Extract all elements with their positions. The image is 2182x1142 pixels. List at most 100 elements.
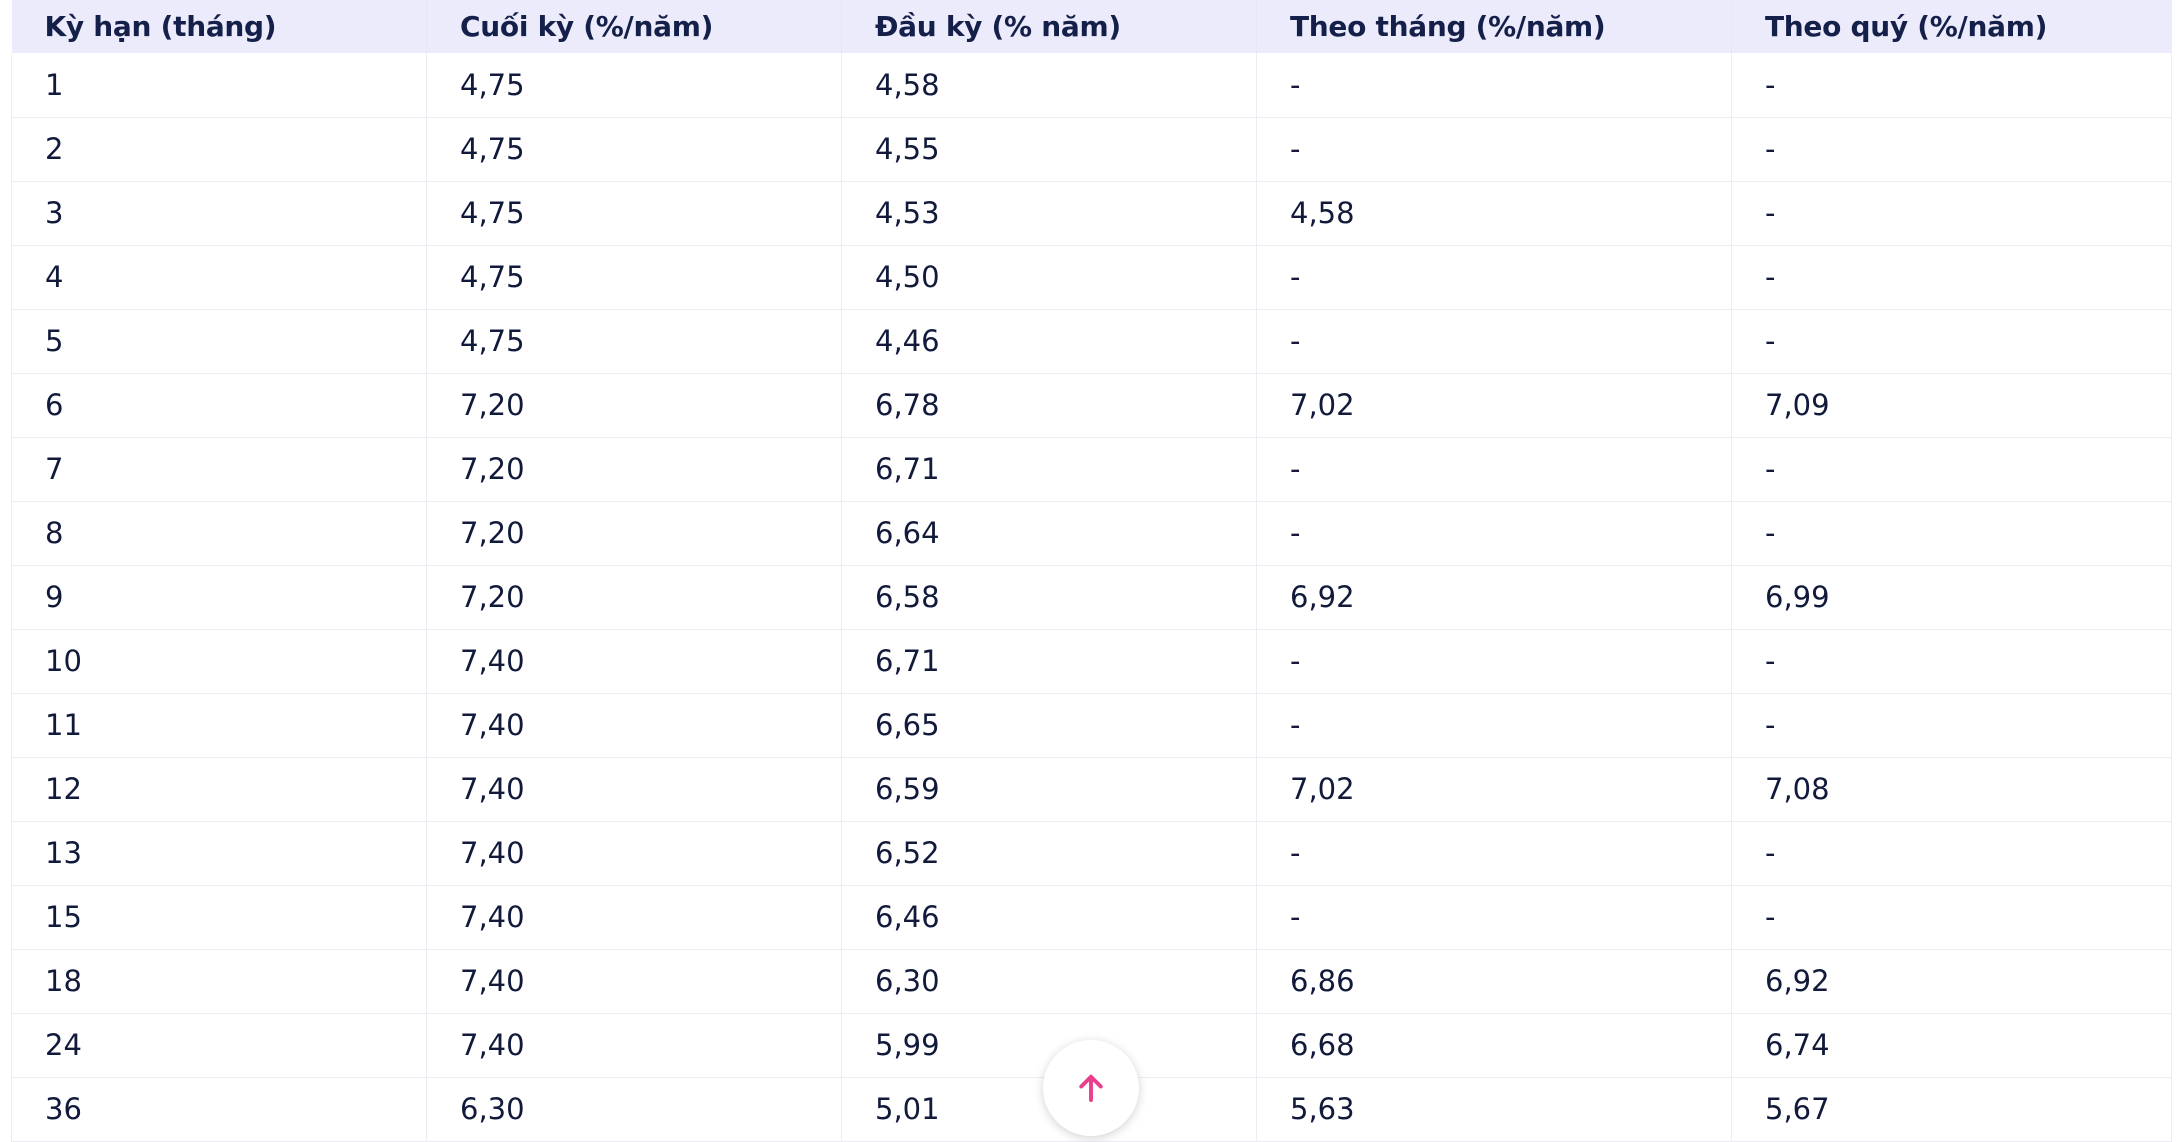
cell-term: 24 (11, 1013, 427, 1077)
interest-rate-table-container: Kỳ hạn (tháng) Cuối kỳ (%/năm) Đầu kỳ (%… (11, 0, 2172, 1142)
cell-quarterly: - (1731, 501, 2172, 565)
cell-start-of-term: 6,78 (841, 373, 1257, 437)
cell-start-of-term: 6,30 (841, 949, 1257, 1013)
cell-monthly: 6,86 (1256, 949, 1732, 1013)
cell-monthly: 6,68 (1256, 1013, 1732, 1077)
table-header-row: Kỳ hạn (tháng) Cuối kỳ (%/năm) Đầu kỳ (%… (11, 0, 2172, 53)
table-row: 8 7,20 6,64- - (11, 501, 2172, 565)
cell-quarterly: - (1731, 53, 2172, 117)
cell-term: 10 (11, 629, 427, 693)
cell-start-of-term: 6,64 (841, 501, 1257, 565)
arrow-up-icon (1079, 1074, 1103, 1102)
cell-quarterly: - (1731, 309, 2172, 373)
cell-term: 36 (11, 1077, 427, 1141)
table-row: 15 7,40 6,46- - (11, 885, 2172, 949)
cell-end-of-term: 7,40 (426, 885, 842, 949)
cell-monthly: 7,02 (1256, 373, 1732, 437)
cell-start-of-term: 6,52 (841, 821, 1257, 885)
cell-quarterly: 7,09 (1731, 373, 2172, 437)
cell-end-of-term: 7,20 (426, 501, 842, 565)
cell-quarterly: 6,74 (1731, 1013, 2172, 1077)
cell-quarterly: 6,92 (1731, 949, 2172, 1013)
table-row: 10 7,40 6,71- - (11, 629, 2172, 693)
cell-quarterly: 7,08 (1731, 757, 2172, 821)
cell-quarterly: - (1731, 437, 2172, 501)
cell-monthly: - (1256, 629, 1732, 693)
cell-monthly: - (1256, 117, 1732, 181)
cell-end-of-term: 4,75 (426, 53, 842, 117)
cell-end-of-term: 4,75 (426, 117, 842, 181)
cell-monthly: - (1256, 245, 1732, 309)
cell-monthly: 4,58 (1256, 181, 1732, 245)
table-row: 9 7,20 6,58 6,92 6,99 (11, 565, 2172, 629)
cell-end-of-term: 4,75 (426, 309, 842, 373)
cell-start-of-term: 6,59 (841, 757, 1257, 821)
table-row: 1 4,75 4,58- - (11, 53, 2172, 117)
cell-quarterly: - (1731, 245, 2172, 309)
cell-term: 6 (11, 373, 427, 437)
table-row: 5 4,75 4,46- - (11, 309, 2172, 373)
cell-quarterly: - (1731, 181, 2172, 245)
header-monthly: Theo tháng (%/năm) (1256, 0, 1732, 53)
cell-term: 13 (11, 821, 427, 885)
cell-end-of-term: 7,20 (426, 373, 842, 437)
cell-start-of-term: 6,58 (841, 565, 1257, 629)
header-end-of-term: Cuối kỳ (%/năm) (426, 0, 842, 53)
cell-quarterly: 5,67 (1731, 1077, 2172, 1141)
cell-monthly: 7,02 (1256, 757, 1732, 821)
cell-monthly: - (1256, 53, 1732, 117)
cell-start-of-term: 4,53 (841, 181, 1257, 245)
cell-term: 11 (11, 693, 427, 757)
interest-rate-table: Kỳ hạn (tháng) Cuối kỳ (%/năm) Đầu kỳ (%… (11, 0, 2172, 1142)
scroll-to-top-button[interactable] (1043, 1040, 1139, 1136)
cell-term: 15 (11, 885, 427, 949)
cell-monthly: - (1256, 309, 1732, 373)
cell-quarterly: - (1731, 117, 2172, 181)
cell-end-of-term: 4,75 (426, 245, 842, 309)
cell-term: 8 (11, 501, 427, 565)
table-row: 2 4,75 4,55- - (11, 117, 2172, 181)
cell-quarterly: - (1731, 821, 2172, 885)
cell-monthly: - (1256, 821, 1732, 885)
cell-term: 1 (11, 53, 427, 117)
cell-end-of-term: 7,20 (426, 565, 842, 629)
cell-end-of-term: 7,40 (426, 693, 842, 757)
cell-monthly: 5,63 (1256, 1077, 1732, 1141)
cell-term: 4 (11, 245, 427, 309)
cell-start-of-term: 6,71 (841, 437, 1257, 501)
cell-monthly: - (1256, 437, 1732, 501)
cell-end-of-term: 6,30 (426, 1077, 842, 1141)
cell-quarterly: 6,99 (1731, 565, 2172, 629)
table-row: 4 4,75 4,50- - (11, 245, 2172, 309)
header-term: Kỳ hạn (tháng) (11, 0, 427, 53)
cell-end-of-term: 7,40 (426, 821, 842, 885)
cell-quarterly: - (1731, 629, 2172, 693)
header-quarterly: Theo quý (%/năm) (1765, 10, 2048, 43)
cell-term: 9 (11, 565, 427, 629)
cell-end-of-term: 4,75 (426, 181, 842, 245)
cell-start-of-term: 6,65 (841, 693, 1257, 757)
cell-start-of-term: 4,50 (841, 245, 1257, 309)
cell-quarterly: - (1731, 693, 2172, 757)
table-header: Kỳ hạn (tháng) Cuối kỳ (%/năm) Đầu kỳ (%… (11, 0, 2172, 53)
cell-term: 12 (11, 757, 427, 821)
table-row: 7 7,20 6,71- - (11, 437, 2172, 501)
cell-end-of-term: 7,40 (426, 757, 842, 821)
cell-end-of-term: 7,40 (426, 1013, 842, 1077)
cell-monthly: 6,92 (1256, 565, 1732, 629)
cell-term: 18 (11, 949, 427, 1013)
cell-monthly: - (1256, 885, 1732, 949)
cell-term: 2 (11, 117, 427, 181)
cell-term: 5 (11, 309, 427, 373)
cell-term: 7 (11, 437, 427, 501)
table-row: 18 7,40 6,30 6,86 6,92 (11, 949, 2172, 1013)
table-row: 12 7,40 6,59 7,02 7,08 (11, 757, 2172, 821)
cell-start-of-term: 4,46 (841, 309, 1257, 373)
cell-term: 3 (11, 181, 427, 245)
header-start-of-term: Đầu kỳ (% năm) (841, 0, 1257, 53)
table-body: 1 4,75 4,58- -2 4,75 4,55- -3 4,75 4,53 4,58-4 4,7… (11, 53, 2172, 1141)
cell-start-of-term: 4,55 (841, 117, 1257, 181)
cell-start-of-term: 6,46 (841, 885, 1257, 949)
cell-end-of-term: 7,40 (426, 949, 842, 1013)
cell-end-of-term: 7,40 (426, 629, 842, 693)
